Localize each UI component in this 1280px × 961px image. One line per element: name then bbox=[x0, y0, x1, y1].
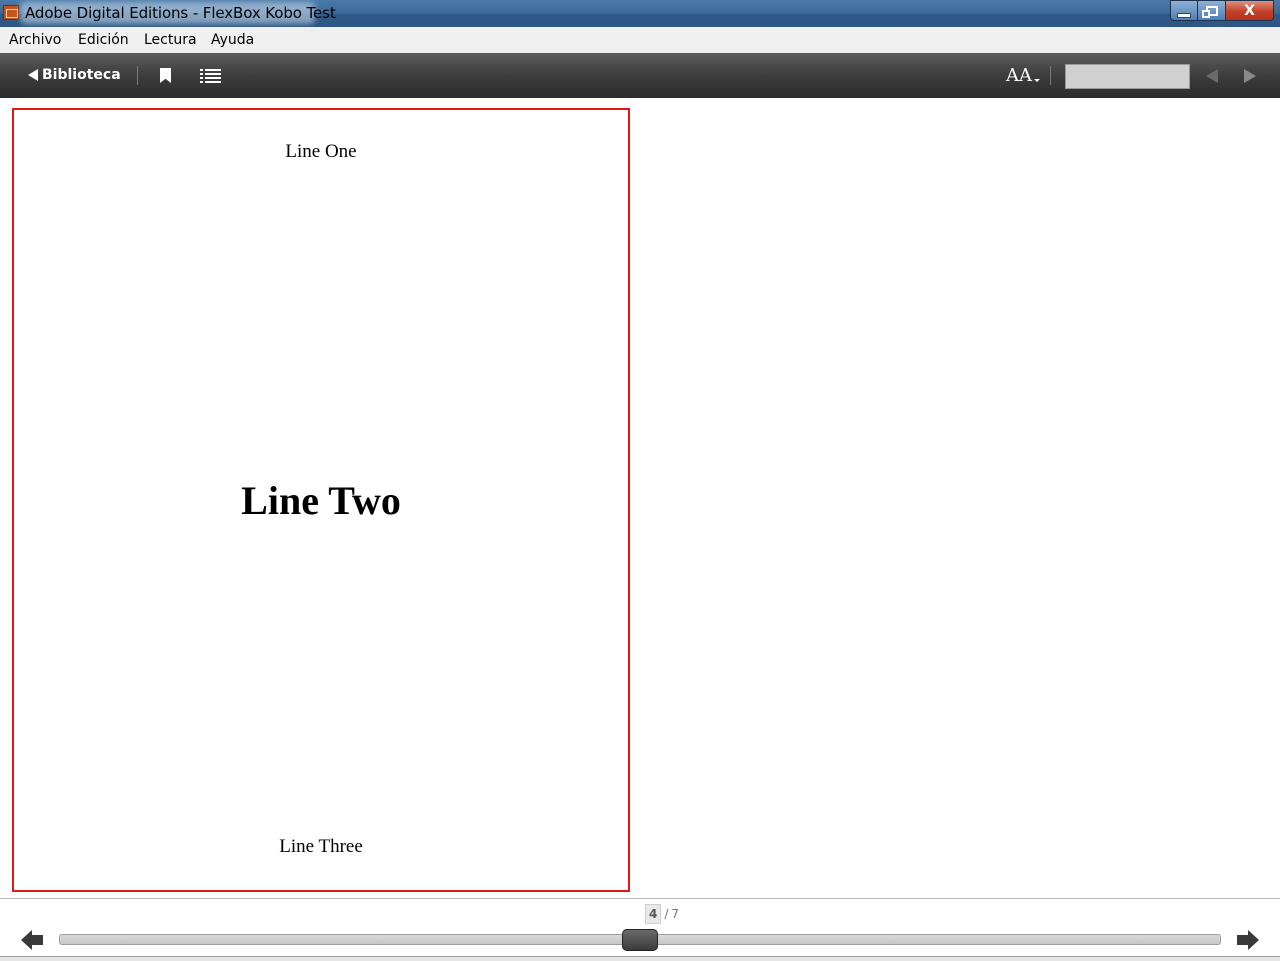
page-indicator: 4 / 7 bbox=[645, 904, 679, 924]
search-input[interactable] bbox=[1065, 64, 1190, 89]
current-page-field[interactable]: 4 bbox=[645, 904, 662, 924]
library-label: Biblioteca bbox=[42, 67, 121, 83]
bookmark-icon[interactable] bbox=[160, 68, 171, 83]
total-pages: 7 bbox=[671, 907, 680, 921]
maximize-button[interactable] bbox=[1198, 0, 1226, 21]
toolbar-divider bbox=[137, 66, 138, 85]
close-icon: X bbox=[1244, 2, 1255, 19]
back-triangle-icon bbox=[28, 69, 38, 81]
toolbar-divider-right bbox=[1050, 66, 1051, 85]
page-separator: / bbox=[664, 907, 669, 921]
menu-ayuda[interactable]: Ayuda bbox=[211, 32, 254, 48]
menu-edicion[interactable]: Edición bbox=[78, 32, 129, 48]
line-one: Line One bbox=[285, 141, 357, 162]
page-slider-thumb[interactable] bbox=[622, 929, 658, 951]
minimize-icon bbox=[1177, 12, 1191, 18]
close-button[interactable]: X bbox=[1226, 0, 1274, 21]
font-size-label: AA bbox=[1006, 65, 1032, 86]
font-size-icon[interactable]: AA bbox=[1006, 65, 1040, 86]
table-of-contents-icon[interactable] bbox=[200, 69, 222, 83]
line-two: Line Two bbox=[241, 478, 401, 523]
menu-archivo[interactable]: Archivo bbox=[9, 32, 61, 48]
adobe-digital-editions-icon bbox=[3, 5, 19, 20]
next-page-arrow-icon[interactable] bbox=[1237, 930, 1259, 950]
previous-result-icon[interactable] bbox=[1206, 69, 1218, 83]
previous-page-arrow-icon[interactable] bbox=[21, 930, 43, 950]
reader-toolbar: Biblioteca AA bbox=[0, 53, 1280, 98]
window-controls: X bbox=[1170, 0, 1274, 21]
chevron-down-icon bbox=[1034, 79, 1040, 82]
minimize-button[interactable] bbox=[1170, 0, 1198, 21]
line-three: Line Three bbox=[279, 836, 363, 857]
maximize-icon bbox=[1201, 5, 1218, 18]
library-button[interactable]: Biblioteca bbox=[28, 67, 121, 83]
window-title: Adobe Digital Editions - FlexBox Kobo Te… bbox=[25, 4, 336, 22]
next-result-icon[interactable] bbox=[1244, 69, 1256, 83]
menu-lectura[interactable]: Lectura bbox=[144, 32, 197, 48]
status-strip bbox=[0, 956, 1280, 961]
menu-bar: Archivo Edición Lectura Ayuda bbox=[0, 27, 1280, 54]
bottom-divider bbox=[0, 898, 1280, 899]
book-page: Line One Line Two Line Three bbox=[12, 108, 630, 892]
title-bar: Adobe Digital Editions - FlexBox Kobo Te… bbox=[0, 0, 1280, 28]
